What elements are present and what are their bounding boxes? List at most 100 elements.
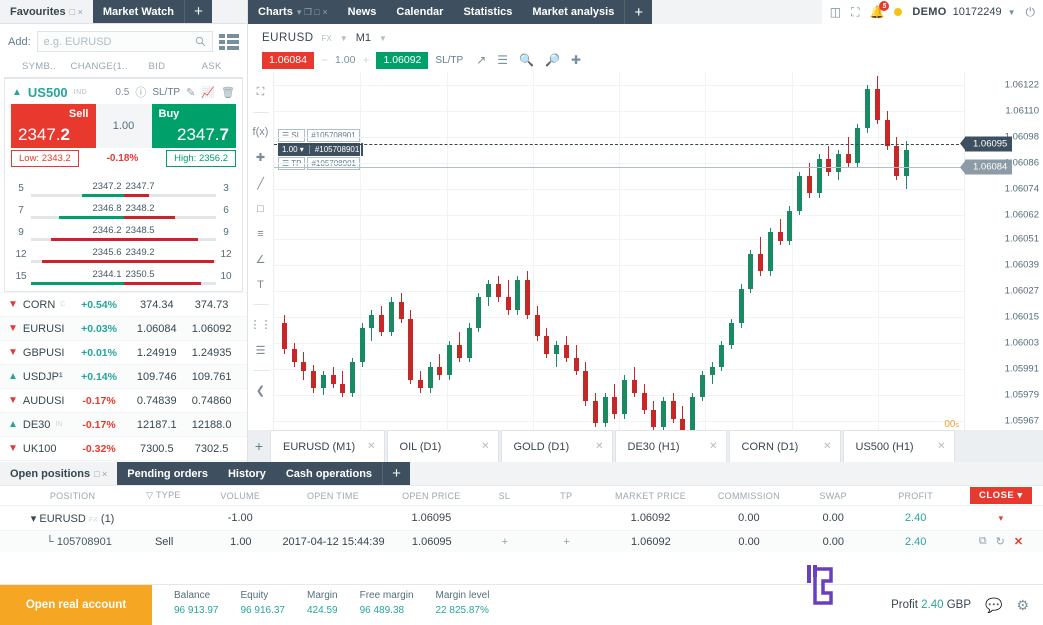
tab-open-positions[interactable]: Open positions □ × [0,462,117,485]
close-icon[interactable]: ✕ [697,441,717,452]
instrument-bid[interactable]: 374.34 [129,299,184,311]
bid-side[interactable]: 2345.6 [31,243,124,263]
tab-cash-operations[interactable]: Cash operations [276,462,382,485]
volume-decrement[interactable]: − [321,53,328,67]
chart-symbol[interactable]: EURUSD [262,32,314,44]
ask-side[interactable]: 2349.2 [124,243,217,263]
col-type[interactable]: ▽ TYPE [123,490,204,501]
instrument-ask[interactable]: 1.06092 [184,323,239,335]
ladder-row[interactable]: 52347.22347.73 [11,175,236,197]
order-price-pill[interactable]: 1.06095 [965,136,1012,151]
current-price-pill[interactable]: 1.06084 [965,160,1012,175]
instrument-ask[interactable]: 109.761 [184,371,239,383]
bid-side[interactable]: 2344.1 [31,265,124,285]
search-icon[interactable] [195,36,206,47]
add-chart-tab-button[interactable]: + [248,430,270,462]
instrument-bid[interactable]: 0.74839 [129,395,184,407]
ladder-row[interactable]: 152344.12350.510 [11,263,236,285]
close-icon[interactable]: ✕ [583,441,603,452]
bid-side[interactable]: 2346.2 [31,221,124,241]
add-input-box[interactable] [37,31,213,52]
bell-icon[interactable]: 🔔5 [869,5,884,19]
chart-tab[interactable]: GOLD (D1)✕ [501,430,613,462]
group-symbol-cell[interactable]: ▾ EURUSD FX (1) [0,512,123,525]
bid-side[interactable]: 2347.2 [31,177,124,197]
candlestick-plot[interactable]: ☰ SL#1057089011.00 ▾#105708901☰ TP#10570… [274,72,964,434]
market-price-line[interactable] [274,167,964,168]
list-item[interactable]: ▼CORNC+0.54%374.34374.73 [0,292,247,316]
chart-tab[interactable]: CORN (D1)✕ [729,430,841,462]
open-real-account-button[interactable]: Open real account [0,585,152,625]
info-icon[interactable]: ⓘ [135,84,146,100]
close-icon[interactable]: ✕ [925,441,945,452]
measure-icon[interactable]: ⋮⋮ [250,318,272,331]
grid-layout-icon[interactable] [219,34,239,50]
text-tool-icon[interactable]: T [257,279,264,291]
tab-history[interactable]: History [218,462,276,485]
power-icon[interactable]: ⏻ [1026,5,1036,20]
ask-side[interactable]: 2348.2 [124,199,217,219]
price-axis[interactable]: 1.061221.061101.060981.060861.060741.060… [964,72,1043,434]
list-item[interactable]: ▲USDJP¹+0.14%109.746109.761 [0,364,247,388]
list-item[interactable]: ▼GBPUSI+0.01%1.249191.24935 [0,340,247,364]
volume-increment[interactable]: + [362,53,369,67]
add-bottom-tab-button[interactable]: + [382,462,410,485]
tab-news[interactable]: News [338,0,387,24]
tab-charts[interactable]: Charts ▾ ❐ □ × [248,0,338,24]
bid-side[interactable]: 2346.8 [31,199,124,219]
rollover-icon[interactable]: ↻ [996,535,1005,548]
featured-symbol[interactable]: US500 [28,85,68,100]
tab-pending-orders[interactable]: Pending orders [117,462,218,485]
add-tab-button[interactable]: + [184,0,212,23]
chart-buy-price[interactable]: 1.06092 [376,52,428,69]
share-icon[interactable]: ❮ [256,384,265,397]
buy-button[interactable]: Buy 2347.7 [152,104,237,148]
layers-icon[interactable]: ☰ [256,344,266,357]
list-item[interactable]: ▼EURUSI+0.03%1.060841.06092 [0,316,247,340]
trendline-icon[interactable]: ╱ [257,177,264,190]
edit-icon[interactable]: ✎ [186,86,195,99]
instrument-ask[interactable]: 7302.5 [184,443,239,455]
angle-icon[interactable]: ∠ [256,253,266,266]
chat-icon[interactable]: 💬 [985,597,1002,614]
add-top-tab-button[interactable]: + [624,0,652,24]
table-row[interactable]: └ 105708901 Sell 1.00 2017-04-12 15:44:3… [0,530,1043,552]
close-button[interactable]: CLOSE ▾ [970,487,1032,504]
timeframe-dropdown-icon[interactable]: ▼ [379,34,387,43]
candlestick-icon[interactable]: ☰ [497,53,508,67]
account-selector[interactable]: DEMO 10172249 ▼ [912,6,1015,18]
instrument-ask[interactable]: 1.24935 [184,347,239,359]
close-x-icon[interactable]: ✕ [1014,535,1023,548]
position-group-row[interactable]: ▾ EURUSD FX (1) -1.00 1.06095 1.06092 0.… [0,506,1043,530]
ladder-row[interactable]: 92346.22348.59 [11,219,236,241]
chart-tab[interactable]: US500 (H1)✕ [843,430,955,462]
crosshair-icon[interactable]: ✚ [571,53,581,67]
search-input[interactable] [44,36,195,48]
fullscreen-icon[interactable]: ⛶ [851,5,859,20]
tab-favourites-controls[interactable]: □ × [70,7,83,17]
chart-sltp-button[interactable]: SL/TP [435,55,463,66]
line-chart-icon[interactable]: ↗ [476,53,486,67]
chart-tab[interactable]: DE30 (H1)✕ [615,430,727,462]
volume-field[interactable]: 1.00 [96,104,152,148]
trash-icon[interactable]: 🗑 [221,86,235,99]
list-item[interactable]: ▼AUDUSI-0.17%0.748390.74860 [0,388,247,412]
ask-side[interactable]: 2347.7 [124,177,217,197]
symbol-dropdown-icon[interactable]: ▼ [340,34,348,43]
tab-charts-controls[interactable]: ▾ ❐ □ × [297,7,328,18]
chart-volume[interactable]: 1.00 [335,54,355,66]
order-price-line[interactable] [274,144,964,145]
position-sl-add[interactable]: + [474,536,536,548]
gear-icon[interactable]: ⚙ [1016,597,1029,614]
chart-icon[interactable]: 📈 [201,86,215,99]
instrument-bid[interactable]: 7300.5 [129,443,184,455]
instrument-bid[interactable]: 1.06084 [129,323,184,335]
instrument-ask[interactable]: 12188.0 [184,419,239,431]
tab-market-analysis[interactable]: Market analysis [522,0,624,24]
list-item[interactable]: ▼UK100-0.32%7300.57302.5 [0,436,247,460]
panel-layout-icon[interactable]: ◫ [830,5,841,19]
crosshair-tool-icon[interactable]: ✚ [256,151,265,164]
close-icon[interactable]: ✕ [355,441,375,452]
zoom-out-icon[interactable]: 🔍 [519,53,534,67]
position-tp-add[interactable]: + [536,536,598,548]
